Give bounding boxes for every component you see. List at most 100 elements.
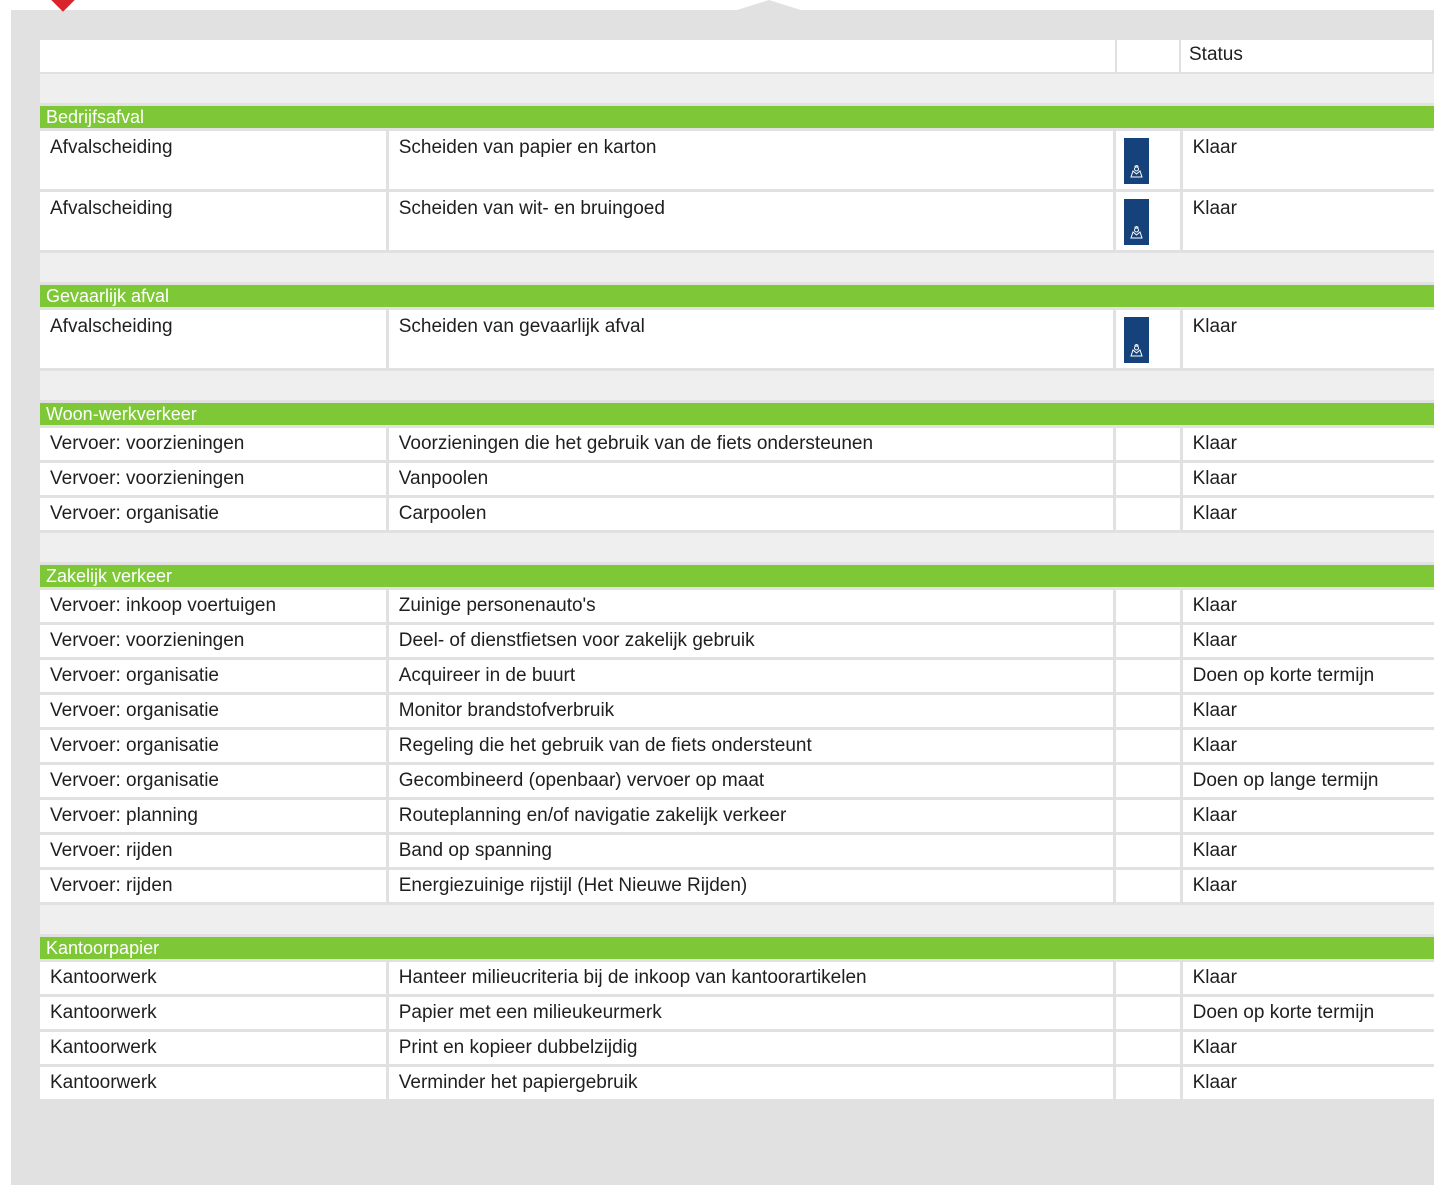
measure-cell: Hanteer milieucriteria bij de inkoop van… — [388, 962, 1113, 994]
measure-cell: Scheiden van wit- en bruingoed — [388, 192, 1113, 250]
status-cell: Klaar — [1182, 695, 1434, 727]
measure-cell: Carpoolen — [388, 498, 1113, 530]
logo-cell — [1115, 730, 1180, 762]
group-header: Bedrijfsafval — [40, 106, 1434, 128]
measure-cell: Vanpoolen — [388, 463, 1113, 495]
logo-cell — [1115, 498, 1180, 530]
category-cell: Vervoer: organisatie — [40, 660, 386, 692]
status-cell: Klaar — [1182, 310, 1434, 368]
table-row[interactable]: Vervoer: organisatie Regeling die het geb… — [40, 730, 1434, 765]
group-spacer — [40, 905, 1434, 934]
table-row[interactable]: Vervoer: voorzieningen Deel- of dienstfie… — [40, 625, 1434, 660]
category-cell: Afvalscheiding — [40, 131, 386, 189]
measure-cell: Regeling die het gebruik van de fiets on… — [388, 730, 1113, 762]
table-row[interactable]: Vervoer: organisatie Acquireer in de buur… — [40, 660, 1434, 695]
measure-cell: Scheiden van gevaarlijk afval — [388, 310, 1113, 368]
measure-cell: Zuinige personenauto's — [388, 590, 1113, 622]
header-col-category — [40, 40, 1117, 72]
measure-cell: Energiezuinige rijstijl (Het Nieuwe Rijd… — [388, 870, 1113, 902]
table-body: Bedrijfsafval Afvalscheiding Scheiden van … — [40, 106, 1434, 1102]
table-row[interactable]: Vervoer: planning Routeplanning en/of nav… — [40, 800, 1434, 835]
measure-cell: Acquireer in de buurt — [388, 660, 1113, 692]
table-row[interactable]: Vervoer: voorzieningen Voorzieningen die … — [40, 428, 1434, 463]
category-cell: Vervoer: organisatie — [40, 695, 386, 727]
logo-cell — [1115, 962, 1180, 994]
measure-cell: Print en kopieer dubbelzijdig — [388, 1032, 1113, 1064]
logo-cell — [1115, 310, 1180, 368]
status-cell: Klaar — [1182, 428, 1434, 460]
table-row[interactable]: Vervoer: rijden Band op spanning Klaar — [40, 835, 1434, 870]
group-spacer — [40, 371, 1434, 400]
category-cell: Kantoorwerk — [40, 997, 386, 1029]
rijksoverheid-logo-icon — [1123, 138, 1149, 184]
table-row[interactable]: Vervoer: voorzieningen Vanpoolen Klaar — [40, 463, 1434, 498]
measure-cell: Scheiden van papier en karton — [388, 131, 1113, 189]
status-cell: Klaar — [1182, 870, 1434, 902]
table-row[interactable]: Kantoorwerk Print en kopieer dubbelzijdig… — [40, 1032, 1434, 1067]
table-row[interactable]: Kantoorwerk Hanteer milieucriteria bij de… — [40, 962, 1434, 997]
header-col-status: Status — [1181, 40, 1434, 72]
logo-cell — [1115, 660, 1180, 692]
logo-cell — [1115, 870, 1180, 902]
table-row[interactable]: Afvalscheiding Scheiden van papier en kar… — [40, 131, 1434, 192]
category-cell: Kantoorwerk — [40, 962, 386, 994]
category-cell: Kantoorwerk — [40, 1032, 386, 1064]
category-cell: Vervoer: voorzieningen — [40, 625, 386, 657]
panel-notch — [737, 0, 801, 10]
category-cell: Kantoorwerk — [40, 1067, 386, 1099]
measure-cell: Gecombineerd (openbaar) vervoer op maat — [388, 765, 1113, 797]
table-row[interactable]: Vervoer: organisatie Carpoolen Klaar — [40, 498, 1434, 533]
group-header: Gevaarlijk afval — [40, 285, 1434, 307]
table-row[interactable]: Kantoorwerk Papier met een milieukeurmerk… — [40, 997, 1434, 1032]
table-row[interactable]: Afvalscheiding Scheiden van wit- en bruin… — [40, 192, 1434, 253]
measure-cell: Deel- of dienstfietsen voor zakelijk geb… — [388, 625, 1113, 657]
rijksoverheid-logo-icon — [1123, 317, 1149, 363]
measures-table: Status Bedrijfsafval Afvalscheiding Scheid… — [40, 40, 1434, 1102]
category-cell: Afvalscheiding — [40, 192, 386, 250]
status-cell: Doen op lange termijn — [1182, 765, 1434, 797]
category-cell: Vervoer: voorzieningen — [40, 463, 386, 495]
logo-cell — [1115, 695, 1180, 727]
measure-cell: Voorzieningen die het gebruik van de fie… — [388, 428, 1113, 460]
logo-cell — [1115, 1067, 1180, 1099]
table-row[interactable]: Kantoorwerk Verminder het papiergebruik Kl… — [40, 1067, 1434, 1102]
table-header: Status — [40, 40, 1434, 72]
logo-cell — [1115, 800, 1180, 832]
table-row[interactable]: Vervoer: rijden Energiezuinige rijstijl (… — [40, 870, 1434, 905]
status-cell: Klaar — [1182, 131, 1434, 189]
logo-cell — [1115, 1032, 1180, 1064]
logo-cell — [1115, 192, 1180, 250]
category-cell: Afvalscheiding — [40, 310, 386, 368]
status-cell: Klaar — [1182, 192, 1434, 250]
status-cell: Klaar — [1182, 1032, 1434, 1064]
header-col-logo — [1117, 40, 1181, 72]
group-spacer — [40, 253, 1434, 282]
status-cell: Klaar — [1182, 498, 1434, 530]
group-spacer — [40, 74, 1434, 103]
group-spacer — [40, 533, 1434, 562]
status-cell: Klaar — [1182, 800, 1434, 832]
table-row[interactable]: Vervoer: organisatie Monitor brandstofver… — [40, 695, 1434, 730]
status-cell: Klaar — [1182, 1067, 1434, 1099]
category-cell: Vervoer: planning — [40, 800, 386, 832]
measure-cell: Band op spanning — [388, 835, 1113, 867]
measure-cell: Monitor brandstofverbruik — [388, 695, 1113, 727]
logo-cell — [1115, 625, 1180, 657]
table-row[interactable]: Afvalscheiding Scheiden van gevaarlijk af… — [40, 310, 1434, 371]
status-cell: Klaar — [1182, 835, 1434, 867]
table-row[interactable]: Vervoer: inkoop voertuigen Zuinige person… — [40, 590, 1434, 625]
status-cell: Klaar — [1182, 730, 1434, 762]
measure-cell: Routeplanning en/of navigatie zakelijk v… — [388, 800, 1113, 832]
logo-cell — [1115, 997, 1180, 1029]
status-cell: Klaar — [1182, 962, 1434, 994]
logo-cell — [1115, 131, 1180, 189]
logo-cell — [1115, 463, 1180, 495]
rijksoverheid-logo-icon — [1123, 199, 1149, 245]
status-cell: Klaar — [1182, 590, 1434, 622]
status-cell: Doen op korte termijn — [1182, 660, 1434, 692]
category-cell: Vervoer: rijden — [40, 835, 386, 867]
table-row[interactable]: Vervoer: organisatie Gecombineerd (openba… — [40, 765, 1434, 800]
category-cell: Vervoer: inkoop voertuigen — [40, 590, 386, 622]
group-header: Woon-werkverkeer — [40, 403, 1434, 425]
logo-cell — [1115, 835, 1180, 867]
